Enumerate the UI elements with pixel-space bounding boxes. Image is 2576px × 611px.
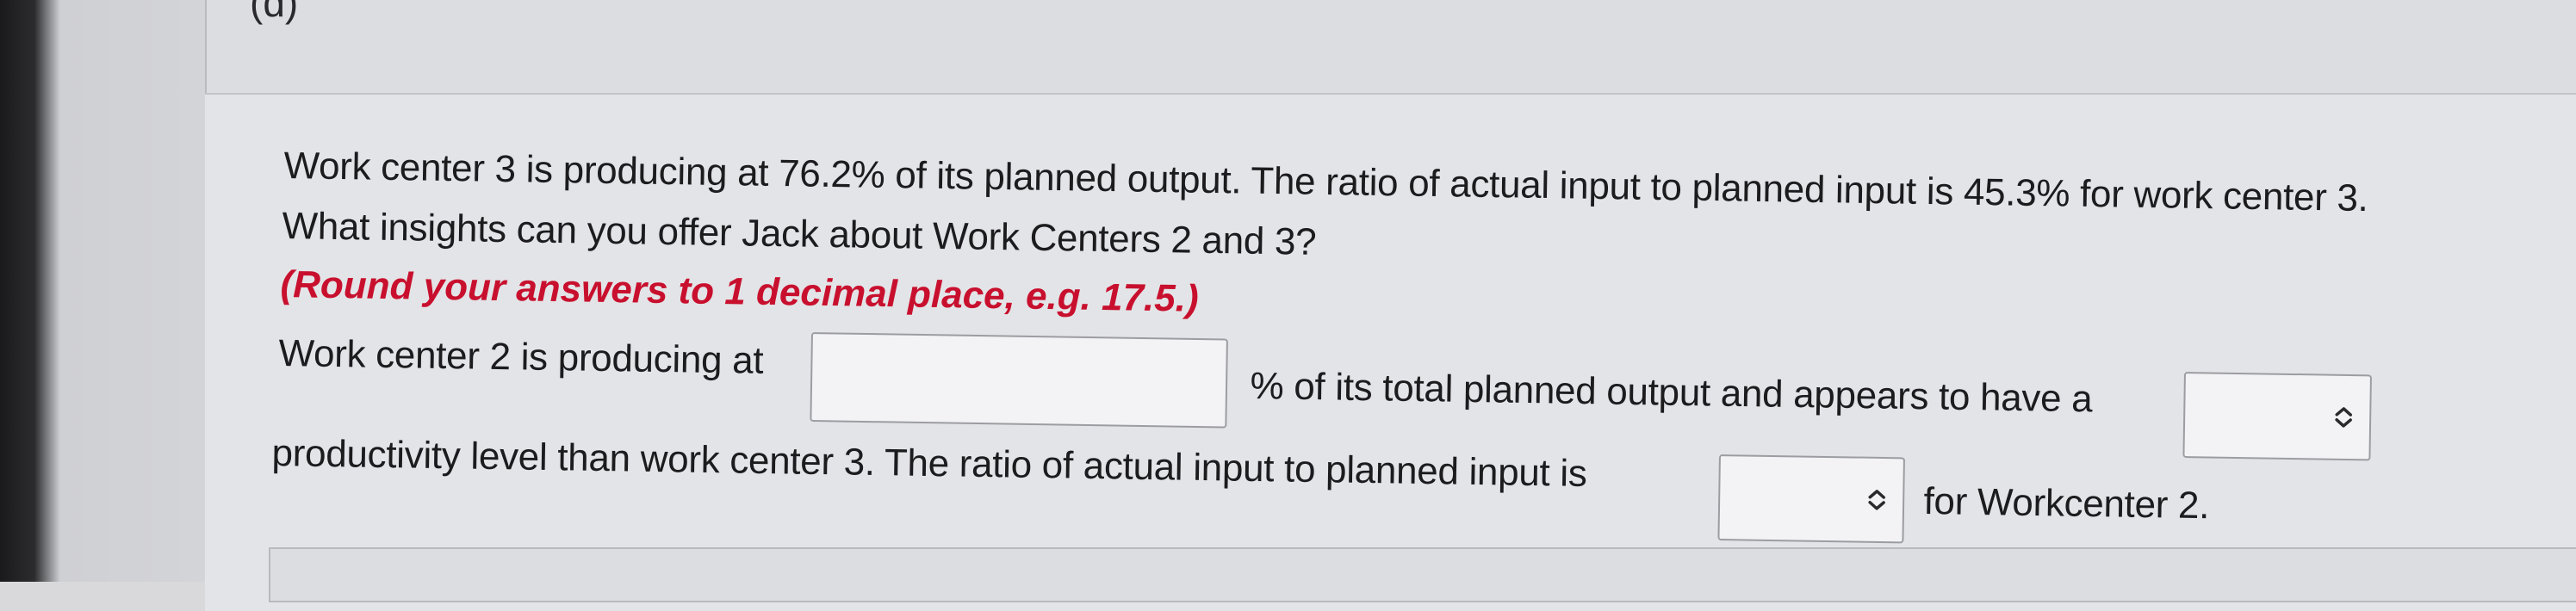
input-ratio-select[interactable] xyxy=(1717,454,1905,544)
answer-text-4: for Workcenter 2. xyxy=(1923,480,2210,528)
updown-chevron-icon xyxy=(2335,407,2352,428)
answer-text-1: Work center 2 is producing at xyxy=(278,332,764,382)
updown-chevron-icon xyxy=(1868,490,1885,510)
wc2-output-percent-input[interactable] xyxy=(810,332,1228,429)
next-section-panel xyxy=(269,547,2576,602)
previous-question-panel xyxy=(205,0,2576,96)
photo-background: (d) Work center 3 is producing at 76.2% … xyxy=(0,0,2576,611)
part-label: (d) xyxy=(250,0,299,25)
productivity-level-select[interactable] xyxy=(2182,372,2372,461)
